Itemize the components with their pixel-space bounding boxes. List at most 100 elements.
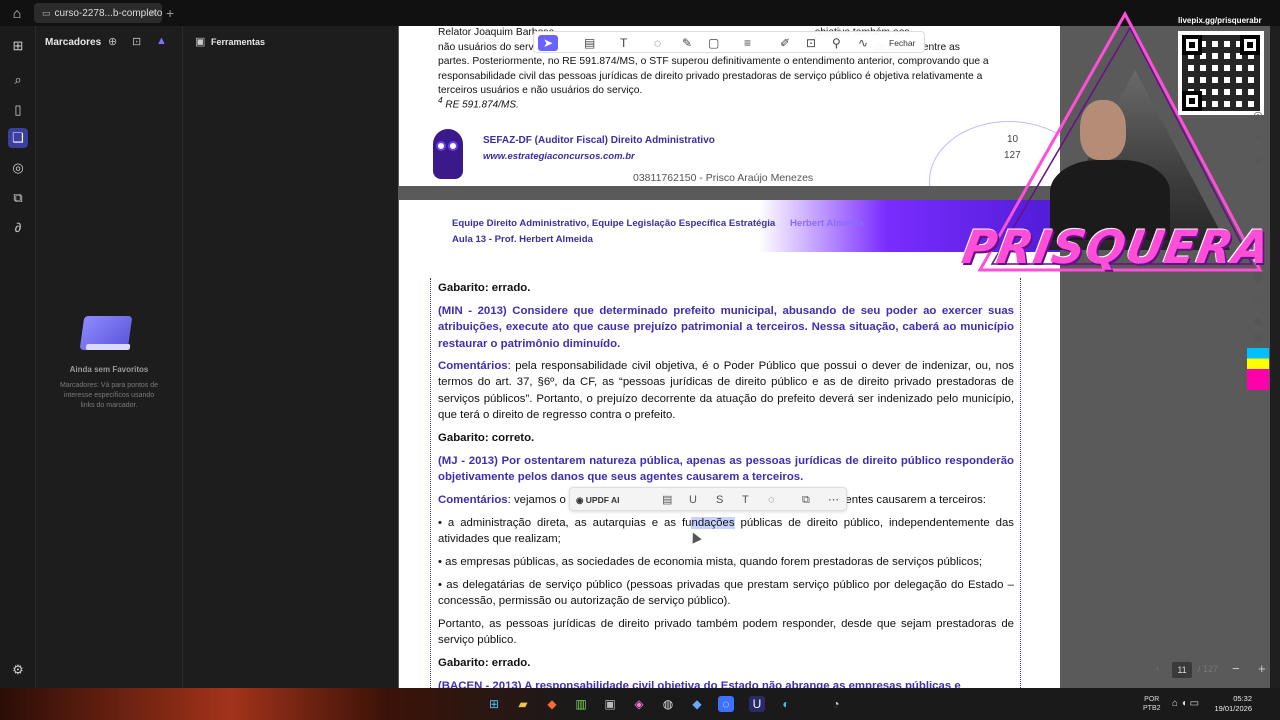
- system-tray-icons[interactable]: ⌂ ◖ ▭: [1172, 698, 1199, 709]
- bookmarks-panel: Marcadores ⊕ ⊡ ▲ Ainda sem Favoritos Mar…: [36, 26, 182, 688]
- book-pages: [85, 344, 131, 350]
- color-palette[interactable]: [1247, 348, 1269, 390]
- clock[interactable]: 05:32 19/01/2026: [1206, 694, 1252, 714]
- zoom-in-button[interactable]: +: [1258, 661, 1266, 676]
- text-tool-icon[interactable]: T: [620, 35, 627, 51]
- selection-toolbar: ◉ UPDF AI ▤ U S T ◌ ⧉ ⋯: [569, 487, 847, 511]
- close-tab-icon[interactable]: ×: [150, 3, 156, 23]
- highlight-icon[interactable]: ▤: [662, 492, 672, 508]
- content-box: Gabarito: errado. (MIN - 2013) Considere…: [430, 278, 1021, 688]
- page-icon[interactable]: ▯: [8, 100, 28, 120]
- stamp-tool-icon[interactable]: ⚲: [832, 35, 841, 51]
- course-header-url: www.estrategiaconcursos.com.br: [483, 151, 635, 162]
- obs-icon[interactable]: ◍: [660, 696, 676, 712]
- search-icon[interactable]: ⌕: [8, 70, 28, 90]
- brave-browser-icon[interactable]: ◆: [544, 696, 560, 712]
- annotation-toolbar: ➤ ▤ T ◌ ✎ ▢ ≡ ✐ ⊡ ⚲ ∿ Fechar: [533, 31, 925, 53]
- strikethrough-icon[interactable]: S: [716, 492, 723, 508]
- app-icon-1[interactable]: ▥: [573, 696, 589, 712]
- signature-tool-icon[interactable]: ∿: [858, 35, 868, 51]
- document-tab[interactable]: ▭ curso-2278...b-completo ×: [34, 3, 162, 23]
- right-tool-rail: ◎ ↖ ⌀ ⌂ 🗑 ⎙ ◙ ▤: [1247, 108, 1269, 388]
- strikeout-tool-icon[interactable]: ≡: [744, 35, 751, 51]
- zoom-out-button[interactable]: −: [1232, 661, 1240, 676]
- file-explorer-icon[interactable]: ▰: [515, 696, 531, 712]
- tag-icon[interactable]: ⌂: [1250, 174, 1266, 190]
- empty-title: Ainda sem Favoritos: [69, 365, 149, 374]
- eraser-icon[interactable]: ⌀: [1250, 152, 1266, 168]
- new-tab-button[interactable]: +: [166, 4, 174, 22]
- webcam-person-head: [1080, 100, 1126, 160]
- sticker-tool-icon[interactable]: ⊡: [806, 35, 816, 51]
- empty-description: Marcadores: Vá para pontos de interesse …: [59, 382, 159, 409]
- language-indicator[interactable]: POR PTB2: [1143, 695, 1161, 713]
- empty-bookmarks-illustration: [78, 314, 136, 356]
- pen-tool-icon[interactable]: ✎: [682, 35, 692, 51]
- page-count: / 127: [1198, 664, 1219, 674]
- app-icon-6[interactable]: ◔: [828, 696, 844, 712]
- select-tool-icon[interactable]: ➤: [538, 35, 558, 51]
- question-bacen-2013: (BACEN - 2013) A responsabilidade civil …: [438, 680, 961, 688]
- trash-icon[interactable]: 🗑: [1250, 270, 1266, 286]
- target-icon[interactable]: ◎: [1250, 108, 1266, 124]
- answer-key-3: Gabarito: errado.: [438, 657, 531, 669]
- comment-1: Comentários: pela responsabilidade civil…: [438, 360, 1014, 421]
- answer-key-1: Gabarito: errado.: [438, 282, 531, 294]
- printer-icon[interactable]: ⎙: [1250, 292, 1266, 308]
- camera-icon[interactable]: ◙: [1250, 314, 1266, 330]
- layers-icon[interactable]: ⧉: [8, 188, 28, 208]
- underline-icon[interactable]: U: [689, 492, 697, 508]
- bullet-empresas: • as empresas públicas, as sociedades de…: [438, 556, 983, 568]
- bookmarks-title: Marcadores: [45, 37, 102, 48]
- app-icon-4[interactable]: ◆: [689, 696, 705, 712]
- home-icon[interactable]: ⌂: [8, 5, 26, 21]
- copy-icon[interactable]: ⧉: [802, 492, 810, 508]
- settings-icon[interactable]: ⚙: [8, 660, 28, 680]
- selected-text: ndações: [691, 517, 735, 529]
- bookmark-outline-icon[interactable]: ⊡: [132, 35, 141, 48]
- tools-title[interactable]: Ferramentas: [211, 37, 265, 47]
- bullet-administracao[interactable]: • a administração direta, as autarquias …: [438, 515, 1014, 548]
- left-rail: ⊞ ⌕ ▯ ❏ ◎ ⧉ ∂ ⚙: [0, 26, 36, 688]
- close-toolbar-button[interactable]: Fechar: [889, 35, 915, 51]
- add-bookmark-icon[interactable]: ⊕: [108, 35, 117, 48]
- conclusion: Portanto, as pessoas jurídicas de direit…: [438, 618, 1014, 647]
- footnote: 4 RE 591.874/MS.: [438, 95, 519, 111]
- text-box-icon[interactable]: ▤: [584, 35, 595, 51]
- grid-icon[interactable]: ⊞: [8, 36, 28, 56]
- app-icon-3[interactable]: ◈: [631, 696, 647, 712]
- windows-start-icon[interactable]: ⊞: [486, 696, 502, 712]
- bullet-delegatarias: • as delegatárias de serviço público (pe…: [438, 579, 1014, 608]
- comment-icon[interactable]: ◎: [8, 158, 28, 178]
- updf-ai-button[interactable]: ◉ UPDF AI: [576, 492, 619, 508]
- arrow-icon[interactable]: ↖: [1250, 130, 1266, 146]
- toolbox-icon: ▣: [195, 36, 206, 48]
- livepix-url: livepix.gg/prisquerabr: [1178, 16, 1262, 25]
- ai-icon: ◉: [576, 495, 584, 505]
- header-lesson: Aula 13 - Prof. Herbert Almeida: [452, 234, 593, 245]
- comment-tool-icon[interactable]: ◌: [654, 35, 661, 51]
- current-page-input[interactable]: 11: [1172, 662, 1192, 678]
- answer-key-2: Gabarito: correto.: [438, 432, 535, 444]
- edge-icon[interactable]: ◐: [778, 696, 794, 712]
- estrategia-owl-logo: [433, 129, 463, 179]
- app-icon-5[interactable]: ◌: [718, 696, 734, 712]
- prev-page-icon[interactable]: ‹: [1156, 663, 1159, 673]
- question-mj-2013: (MJ - 2013) Por ostentarem natureza públ…: [438, 455, 1014, 484]
- question-min-2013: (MIN - 2013) Considere que determinado p…: [438, 305, 1014, 350]
- text-insert-icon[interactable]: T: [742, 492, 749, 508]
- header-team: Equipe Direito Administrativo, Equipe Le…: [452, 218, 864, 229]
- rectangle-tool-icon[interactable]: ▢: [708, 35, 719, 51]
- pencil-tool-icon[interactable]: ✐: [780, 35, 790, 51]
- updf-icon[interactable]: U: [749, 696, 765, 712]
- pin-icon[interactable]: ▲: [156, 35, 167, 47]
- more-options-icon[interactable]: ⋯: [828, 492, 839, 508]
- attachment-icon[interactable]: ∂: [8, 218, 28, 238]
- bookmark-icon[interactable]: ❏: [8, 128, 28, 148]
- tab-title: curso-2278...b-completo: [54, 8, 162, 19]
- app-icon-2[interactable]: ▣: [602, 696, 618, 712]
- windows-taskbar: ⊞ ▰ ◆ ▥ ▣ ◈ ◍ ◆ ◌ U ◐ ◔ POR PTB2 ⌂ ◖ ▭ 05…: [0, 688, 1280, 720]
- watermark-cpf: 03811762150 - Prisco Araújo Menezes: [633, 172, 814, 184]
- clipboard-icon[interactable]: ▤: [1250, 330, 1266, 346]
- add-comment-icon[interactable]: ◌: [768, 492, 775, 508]
